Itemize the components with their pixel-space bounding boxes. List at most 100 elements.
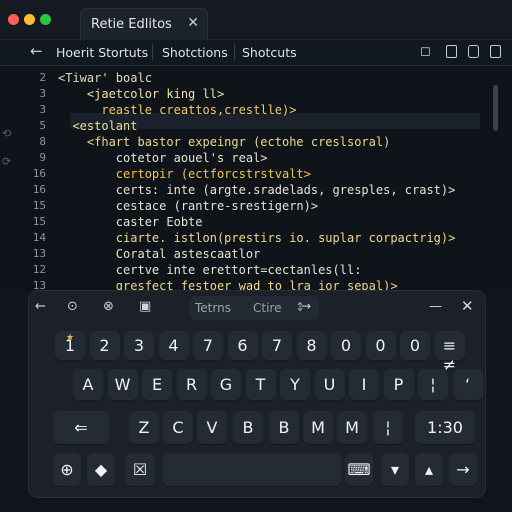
key[interactable]: Z bbox=[129, 411, 159, 445]
key[interactable]: 4 bbox=[158, 331, 189, 361]
key-label: Y bbox=[290, 375, 300, 394]
key-label: 0 bbox=[409, 336, 421, 355]
copy-icon[interactable] bbox=[468, 45, 479, 58]
key-label: ☒ bbox=[132, 460, 148, 479]
key[interactable]: I bbox=[349, 369, 379, 401]
minimize-window-button[interactable] bbox=[24, 14, 35, 25]
minimize-icon[interactable]: — bbox=[429, 299, 442, 314]
document-icon[interactable] bbox=[490, 45, 501, 58]
code-line[interactable]: caster Eobte bbox=[58, 215, 203, 231]
key-label: → bbox=[456, 460, 470, 479]
backspace-key[interactable]: ⇐ bbox=[53, 411, 109, 445]
key[interactable]: ☒ bbox=[125, 453, 155, 487]
key-label: P bbox=[393, 375, 404, 394]
key[interactable]: P bbox=[383, 369, 414, 401]
key[interactable]: R bbox=[176, 369, 207, 401]
key-label: ⌨ bbox=[347, 460, 371, 479]
key-label: ▴ bbox=[424, 460, 434, 479]
zoom-window-button[interactable] bbox=[40, 14, 51, 25]
code-line[interactable]: certopir (ectforcstrstvalt> bbox=[58, 167, 311, 183]
key[interactable]: C bbox=[163, 411, 193, 445]
breadcrumb-item[interactable]: Shotctions bbox=[162, 45, 228, 60]
suggestion-item[interactable]: Ctire bbox=[253, 301, 281, 315]
key[interactable]: 2 bbox=[89, 331, 120, 361]
key-label: ¦ bbox=[430, 375, 436, 394]
key[interactable]: M bbox=[303, 411, 333, 445]
breadcrumb-item[interactable]: Shotcuts bbox=[242, 45, 297, 60]
key[interactable]: 7 bbox=[193, 331, 223, 361]
back-arrow-icon[interactable]: ← bbox=[30, 42, 43, 60]
suggestion-bar[interactable]: Tetrns Ctire ↕ bbox=[189, 296, 319, 320]
code-line[interactable]: Coratal astescaatlor bbox=[58, 247, 261, 263]
toolbar: ← Hoerit Stortuts Shotctions Shotcuts ◻ bbox=[0, 40, 512, 66]
key[interactable]: ¦ bbox=[373, 411, 403, 445]
key[interactable]: B bbox=[269, 411, 299, 445]
breadcrumb-item[interactable]: Hoerit Stortuts bbox=[56, 45, 148, 60]
code-line[interactable]: ciarte. istlon(prestirs io. suplar corpa… bbox=[58, 231, 456, 247]
key[interactable]: 3 bbox=[124, 331, 154, 361]
key[interactable]: 8 bbox=[296, 331, 327, 361]
settings-icon[interactable]: ▣ bbox=[139, 299, 151, 314]
key[interactable]: B bbox=[233, 411, 263, 445]
key[interactable]: 1:30 bbox=[415, 411, 475, 445]
key[interactable]: V bbox=[197, 411, 227, 445]
key[interactable]: ◆ bbox=[87, 453, 115, 487]
line-number: 15 bbox=[32, 199, 46, 212]
code-line[interactable]: certve inte erettort=cectanles(ll: bbox=[58, 263, 362, 279]
key[interactable]: 0 bbox=[331, 331, 361, 361]
key[interactable]: → bbox=[449, 453, 477, 487]
back-icon[interactable]: ← bbox=[35, 299, 46, 314]
title-bar: Retie Edlitos ✕ bbox=[0, 0, 512, 40]
key[interactable]: ¦ bbox=[418, 369, 448, 401]
line-number: 15 bbox=[32, 215, 46, 228]
emoji-icon[interactable]: ⊙ bbox=[67, 299, 78, 314]
key[interactable]: Y bbox=[280, 369, 310, 401]
key[interactable]: ‘ bbox=[452, 369, 483, 401]
key[interactable]: ★ 1 bbox=[55, 331, 85, 361]
file-icon[interactable] bbox=[446, 45, 457, 58]
code-line[interactable]: <fhart bastor expeingr (ectohe creslsora… bbox=[58, 135, 390, 151]
key[interactable]: ≡ ≠ bbox=[434, 331, 465, 374]
key-label: 4 bbox=[168, 336, 179, 355]
key[interactable]: W bbox=[107, 369, 138, 401]
key[interactable]: G bbox=[211, 369, 241, 401]
key-label: ‘ bbox=[464, 375, 471, 394]
key[interactable]: ⊕ bbox=[53, 453, 81, 487]
code-editor[interactable]: 2 <Tiwar' boalc 3 <jaetcolor king ll> 3 rea… bbox=[0, 67, 512, 309]
fold-icon[interactable]: ⟲ bbox=[2, 127, 11, 140]
code-line[interactable]: reastle creattos,crestlle)> bbox=[58, 103, 296, 119]
suggestion-item[interactable]: Tetrns bbox=[195, 301, 231, 315]
editor-scrollbar[interactable] bbox=[493, 85, 498, 131]
fold-icon[interactable]: ⟳ bbox=[2, 155, 11, 168]
code-line[interactable]: <jaetcolor king ll> bbox=[58, 87, 224, 103]
key-label: ◆ bbox=[94, 460, 108, 479]
key[interactable]: 6 bbox=[227, 331, 258, 361]
code-line[interactable]: <estolant bbox=[58, 119, 137, 135]
key-label: U bbox=[323, 375, 336, 394]
code-line[interactable]: <Tiwar' boalc bbox=[58, 71, 152, 87]
key[interactable]: A bbox=[73, 369, 103, 401]
close-window-button[interactable] bbox=[8, 14, 19, 25]
key[interactable]: ▴ bbox=[415, 453, 443, 487]
tab-editor[interactable]: Retie Edlitos ✕ bbox=[80, 8, 208, 40]
close-icon[interactable]: ✕ bbox=[461, 297, 474, 315]
spacebar[interactable] bbox=[163, 453, 341, 487]
chat-icon[interactable]: ◻ bbox=[420, 44, 431, 59]
arrow-right-icon[interactable]: → bbox=[301, 299, 311, 313]
key[interactable]: 0 bbox=[365, 331, 396, 361]
key[interactable]: T bbox=[245, 369, 276, 401]
key[interactable]: 7 bbox=[262, 331, 292, 361]
key-label: 8 bbox=[306, 336, 317, 355]
code-line[interactable]: cestace (rantre-srestigern)> bbox=[58, 199, 318, 215]
close-icon[interactable]: ✕ bbox=[187, 15, 199, 31]
key[interactable]: U bbox=[314, 369, 345, 401]
key[interactable]: ⌨ bbox=[345, 453, 373, 487]
clipboard-icon[interactable]: ⊗ bbox=[103, 299, 114, 314]
editor-window: Retie Edlitos ✕ ← Hoerit Stortuts Shotct… bbox=[0, 0, 512, 512]
key[interactable]: E bbox=[142, 369, 172, 401]
code-line[interactable]: cotetor aouel's real> bbox=[58, 151, 268, 167]
key[interactable]: M bbox=[337, 411, 367, 445]
key[interactable]: ▾ bbox=[381, 453, 409, 487]
code-line[interactable]: certs: inte (argte.sradelads, gresples, … bbox=[58, 183, 456, 199]
key[interactable]: 0 bbox=[400, 331, 430, 361]
